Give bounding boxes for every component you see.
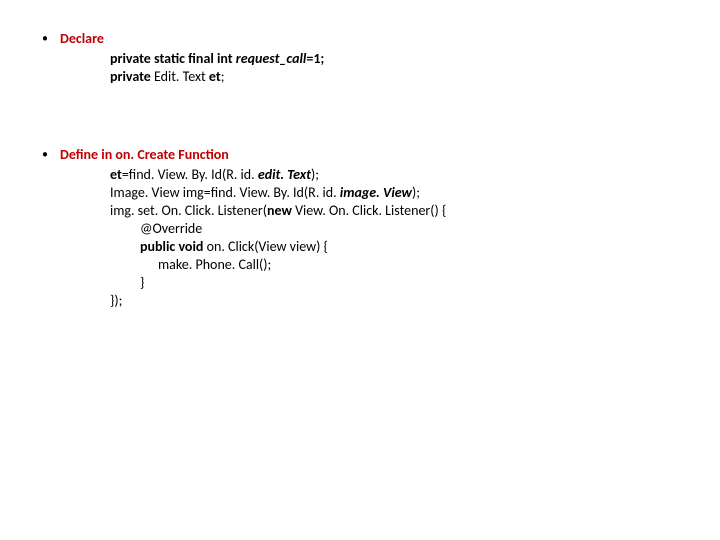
code-run: et: [110, 166, 122, 183]
code-run: et: [209, 68, 221, 85]
code-run: public void: [140, 238, 207, 255]
code-run: }: [140, 274, 144, 291]
bullet-icon: •: [30, 146, 60, 164]
code-line: });: [110, 292, 720, 310]
code-run: =1;: [306, 50, 324, 67]
code-line: private static final int request_call=1;: [110, 50, 720, 68]
code-line: @Override: [110, 220, 720, 238]
code-block-declare: private static final int request_call=1;…: [110, 50, 720, 86]
code-run: private: [110, 68, 154, 85]
section-declare: • Declare private static final int reque…: [0, 30, 720, 86]
code-line: et=find. View. By. Id(R. id. edit. Text)…: [110, 166, 720, 184]
code-run: Edit. Text: [154, 68, 209, 85]
code-run: );: [311, 166, 319, 183]
code-block-define: et=find. View. By. Id(R. id. edit. Text)…: [110, 166, 720, 310]
code-run: =find. View. By. Id(R. id.: [122, 166, 258, 183]
code-run: Image. View img=find. View. By. Id(R. id…: [110, 184, 340, 201]
code-run: make. Phone. Call();: [158, 256, 271, 273]
code-run: new: [267, 202, 295, 219]
code-run: @Override: [140, 220, 202, 237]
bullet-icon: •: [30, 30, 60, 48]
code-run: on. Click(View view) {: [207, 238, 328, 255]
bullet-row: • Declare: [30, 30, 720, 48]
section-title-declare: Declare: [60, 30, 104, 48]
code-run: edit. Text: [258, 166, 311, 183]
code-run: img. set. On. Click. Listener(: [110, 202, 267, 219]
code-line: make. Phone. Call();: [110, 256, 720, 274]
code-run: private static final int: [110, 50, 236, 67]
code-line: }: [110, 274, 720, 292]
section-title-define: Define in on. Create Function: [60, 146, 229, 164]
code-run: );: [412, 184, 420, 201]
code-run: image. View: [340, 184, 412, 201]
section-define: • Define in on. Create Function et=find.…: [0, 146, 720, 310]
code-line: img. set. On. Click. Listener(new View. …: [110, 202, 720, 220]
bullet-row: • Define in on. Create Function: [30, 146, 720, 164]
code-line: public void on. Click(View view) {: [110, 238, 720, 256]
code-line: Image. View img=find. View. By. Id(R. id…: [110, 184, 720, 202]
code-run: request_call: [236, 50, 307, 67]
code-run: View. On. Click. Listener() {: [295, 202, 446, 219]
code-run: });: [110, 292, 122, 309]
code-line: private Edit. Text et;: [110, 68, 720, 86]
slide: • Declare private static final int reque…: [0, 0, 720, 540]
code-run: ;: [221, 68, 225, 85]
